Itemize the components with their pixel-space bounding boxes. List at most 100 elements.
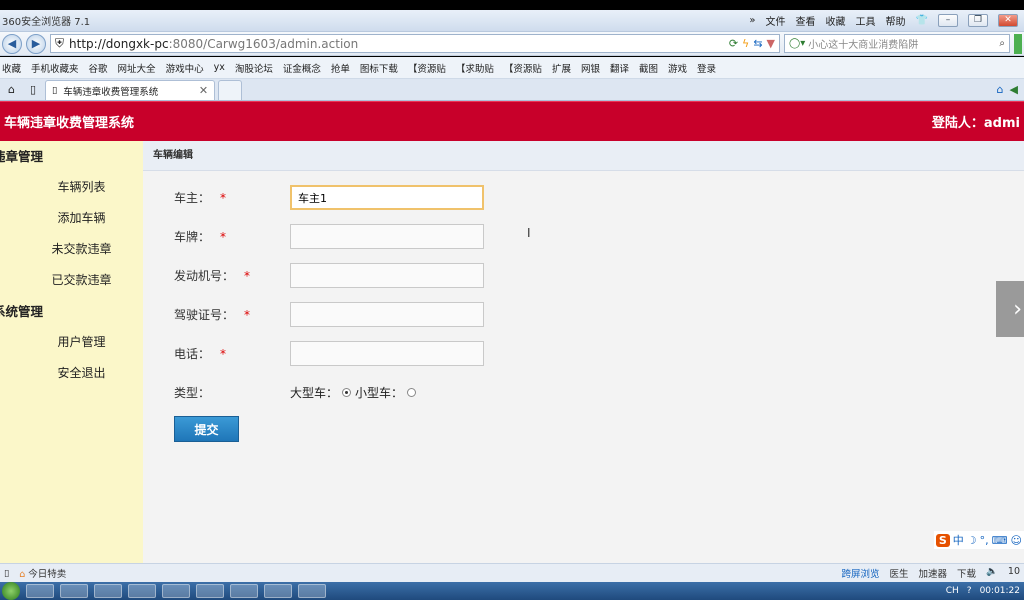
- taskbar-app[interactable]: [94, 584, 122, 598]
- menu-help[interactable]: 帮助: [886, 13, 906, 28]
- radio-small-vehicle[interactable]: [407, 388, 417, 397]
- start-button[interactable]: [2, 582, 20, 600]
- bookmark-item[interactable]: 【求助贴: [456, 61, 494, 75]
- bookmark-item[interactable]: 证金概念: [283, 61, 321, 75]
- web-page: 车辆违章收费管理系统 登陆人：admi 违章管理 车辆列表 添加车辆 未交款违章…: [0, 101, 1024, 563]
- taskbar-app[interactable]: [230, 584, 258, 598]
- bookmark-item[interactable]: 翻译: [610, 61, 629, 75]
- engine-number-input[interactable]: [290, 263, 484, 288]
- menu-tools[interactable]: 工具: [856, 13, 876, 28]
- menu-file[interactable]: 文件: [766, 13, 786, 28]
- shirt-icon[interactable]: 👕: [916, 15, 928, 26]
- tab-title: 车辆违章收费管理系统: [63, 86, 159, 98]
- status-cross-screen[interactable]: 跨屏浏览: [842, 566, 880, 580]
- sidebar-item-logout[interactable]: 安全退出: [0, 358, 143, 389]
- bookmark-item[interactable]: 【资源贴: [408, 61, 446, 75]
- bookmark-item[interactable]: 网银: [581, 61, 600, 75]
- menu-favorites[interactable]: 收藏: [826, 13, 846, 28]
- lightning-icon[interactable]: ϟ: [742, 37, 749, 50]
- refresh-icon[interactable]: ⟳: [729, 37, 738, 50]
- close-button[interactable]: ✕: [998, 14, 1018, 27]
- menu-view[interactable]: 查看: [796, 13, 816, 28]
- ime-lang-icon[interactable]: 中: [953, 532, 964, 548]
- taskbar-app[interactable]: [298, 584, 326, 598]
- bookmark-item[interactable]: yx: [214, 62, 225, 73]
- back-button[interactable]: ◀: [2, 33, 22, 54]
- submit-button[interactable]: 提交: [174, 416, 239, 442]
- sidebar-item-users[interactable]: 用户管理: [0, 327, 143, 358]
- taskbar-app[interactable]: [162, 584, 190, 598]
- type-label: 类型：: [174, 386, 211, 400]
- status-page-icon[interactable]: ▯: [4, 568, 9, 579]
- next-arrow-button[interactable]: ›: [996, 281, 1024, 337]
- taskbar-app[interactable]: [60, 584, 88, 598]
- url-bar[interactable]: ⛨ http://dongxk-pc:8080/Carwg1603/admin.…: [50, 34, 780, 53]
- help-icon[interactable]: ?: [967, 586, 972, 596]
- keyboard-icon[interactable]: ⌨: [992, 534, 1008, 547]
- sidebar-group-violations[interactable]: 违章管理: [0, 141, 143, 172]
- breadcrumb: 车辆编辑: [143, 141, 1024, 171]
- bookmark-item[interactable]: 收藏: [2, 61, 21, 75]
- tray-lang[interactable]: CH: [946, 586, 959, 596]
- bookmark-item[interactable]: 登录: [697, 61, 716, 75]
- taskbar-app[interactable]: [264, 584, 292, 598]
- sogou-icon[interactable]: S: [935, 533, 950, 547]
- side-button[interactable]: [1014, 33, 1022, 54]
- bookmark-item[interactable]: 游戏中心: [166, 61, 204, 75]
- moon-icon[interactable]: ☽: [967, 534, 977, 547]
- form-row-plate: 车牌： *: [174, 217, 484, 256]
- maximize-button[interactable]: ❐: [968, 14, 988, 27]
- search-icon[interactable]: ⌕: [995, 38, 1009, 49]
- compat-icon[interactable]: ⇆: [753, 37, 762, 50]
- status-zoom[interactable]: 10: [1008, 566, 1020, 580]
- tray-time[interactable]: 00:01:22: [980, 586, 1020, 596]
- minimize-button[interactable]: –: [938, 14, 958, 27]
- page-icon[interactable]: ▯: [24, 83, 42, 100]
- forward-button[interactable]: ▶: [26, 33, 46, 54]
- sidebar-item-paid[interactable]: 已交款违章: [0, 265, 143, 296]
- home-icon[interactable]: ⌂: [997, 83, 1004, 96]
- status-accelerator[interactable]: 加速器: [919, 566, 948, 580]
- bookmark-item[interactable]: 图标下载: [360, 61, 398, 75]
- plate-input[interactable]: [290, 224, 484, 249]
- license-number-input[interactable]: [290, 302, 484, 327]
- home-icon[interactable]: ⌂: [2, 83, 21, 100]
- phone-input[interactable]: [290, 341, 484, 366]
- bookmark-item[interactable]: 手机收藏夹: [31, 61, 79, 75]
- sidebar-item-add-vehicle[interactable]: 添加车辆: [0, 203, 143, 234]
- status-deal[interactable]: ⌂ 今日特卖: [19, 566, 66, 580]
- bookmark-item[interactable]: 谷歌: [89, 61, 108, 75]
- punctuation-icon[interactable]: °,: [980, 534, 989, 547]
- chevron-down-icon[interactable]: ▼: [767, 37, 775, 50]
- back-arrow-icon[interactable]: ◀: [1010, 83, 1018, 96]
- ime-toolbar[interactable]: S 中 ☽ °, ⌨ ☺: [933, 531, 1024, 549]
- search-engine-icon[interactable]: ◯▾: [789, 38, 805, 49]
- search-input[interactable]: ◯▾ 小心这十大商业消费陷阱 ⌕: [784, 34, 1010, 53]
- taskbar-app[interactable]: [26, 584, 54, 598]
- status-download[interactable]: 下载: [957, 566, 976, 580]
- close-tab-icon[interactable]: ✕: [199, 84, 208, 97]
- bookmark-item[interactable]: 扩展: [552, 61, 571, 75]
- new-tab-button[interactable]: [218, 80, 243, 100]
- bookmark-item[interactable]: 【资源贴: [504, 61, 542, 75]
- taskbar-app[interactable]: [128, 584, 156, 598]
- user-icon[interactable]: ☺: [1011, 534, 1022, 547]
- menu-more-icon[interactable]: »: [749, 15, 755, 26]
- status-doctor[interactable]: 医生: [890, 566, 909, 580]
- tab-active[interactable]: ▯ 车辆违章收费管理系统 ✕: [45, 80, 216, 100]
- bookmark-item[interactable]: 抢单: [331, 61, 350, 75]
- owner-input[interactable]: [290, 185, 484, 210]
- search-placeholder: 小心这十大商业消费陷阱: [808, 40, 919, 51]
- sidebar-item-unpaid[interactable]: 未交款违章: [0, 234, 143, 265]
- sidebar-group-system[interactable]: 系统管理: [0, 296, 143, 327]
- bookmark-item[interactable]: 游戏: [668, 61, 687, 75]
- bookmark-item[interactable]: 淘股论坛: [235, 61, 273, 75]
- volume-icon[interactable]: 🔈: [986, 566, 998, 580]
- radio-label-large: 大型车：: [290, 386, 339, 400]
- bookmark-item[interactable]: 截图: [639, 61, 658, 75]
- radio-large-vehicle[interactable]: [342, 388, 352, 397]
- app-title: 车辆违章收费管理系统: [4, 116, 135, 131]
- sidebar-item-vehicle-list[interactable]: 车辆列表: [0, 172, 143, 203]
- taskbar-app[interactable]: [196, 584, 224, 598]
- bookmark-item[interactable]: 网址大全: [118, 61, 156, 75]
